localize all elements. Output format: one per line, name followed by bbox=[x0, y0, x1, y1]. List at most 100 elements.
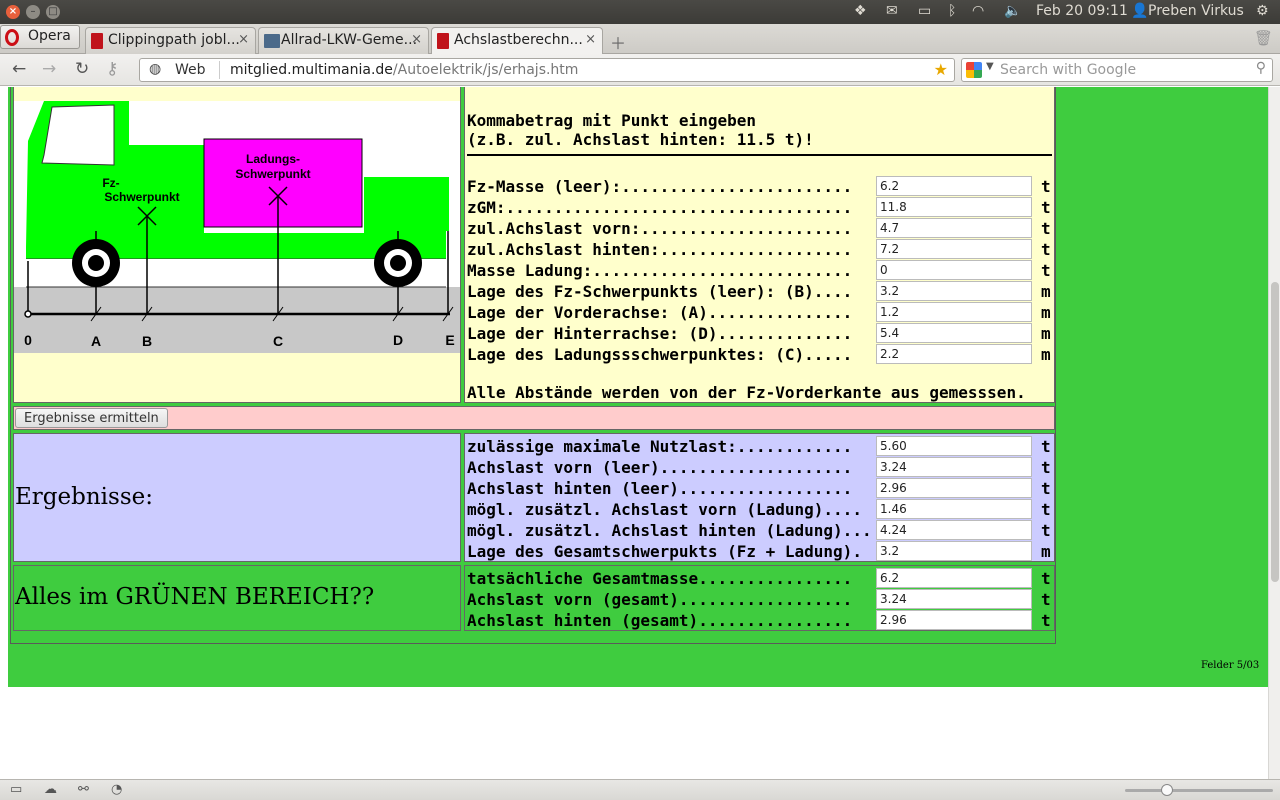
field-label: zul.Achslast hinten:.................... bbox=[467, 240, 853, 259]
tab-close-icon[interactable]: × bbox=[411, 32, 422, 47]
axis-label-0: 0 bbox=[24, 332, 32, 348]
url-domain: mitglied.multimania.de bbox=[230, 62, 393, 78]
result-unit: m bbox=[1041, 542, 1051, 561]
reload-icon[interactable]: ↻ bbox=[75, 59, 89, 79]
window-maximize-button[interactable]: □ bbox=[46, 5, 60, 19]
field-row-fz-schwerpunkt: Lage des Fz-Schwerpunkts (leer): (B)....… bbox=[467, 281, 1054, 302]
url-separator bbox=[219, 61, 220, 79]
zusatz-achslast-hinten-output[interactable] bbox=[876, 520, 1032, 540]
zgm-input[interactable] bbox=[876, 197, 1032, 217]
key-icon[interactable]: ⚷ bbox=[106, 59, 118, 79]
gesamtschwerpunkt-output[interactable] bbox=[876, 541, 1032, 561]
field-row-achslast-vorn: zul.Achslast vorn:......................… bbox=[467, 218, 1054, 239]
zul-achslast-vorn-input[interactable] bbox=[876, 218, 1032, 238]
fz-masse-input[interactable] bbox=[876, 176, 1032, 196]
diagram-top-band bbox=[14, 87, 460, 101]
user-icon: 👤 bbox=[1131, 3, 1149, 19]
achslast-vorn-gesamt-output[interactable] bbox=[876, 589, 1032, 609]
calculate-results-button[interactable]: Ergebnisse ermitteln bbox=[15, 408, 168, 428]
window-minimize-button[interactable]: – bbox=[26, 5, 40, 19]
tab-clippingpath[interactable]: Clippingpath jobl... × bbox=[85, 27, 256, 54]
field-label: Lage der Hinterrachse: (D).............. bbox=[467, 324, 853, 343]
user-name[interactable]: Preben Virkus bbox=[1148, 3, 1244, 19]
status-bar: ▭ ☁ ⚯ ◔ bbox=[0, 779, 1280, 800]
forward-icon[interactable]: → bbox=[42, 59, 56, 79]
bluetooth-icon[interactable]: ᛒ bbox=[948, 3, 956, 19]
tab-label: Clippingpath jobl... bbox=[108, 32, 240, 48]
check-label: Achslast hinten (gesamt)................ bbox=[467, 611, 853, 630]
share-icon[interactable]: ⚯ bbox=[78, 782, 89, 797]
zoom-slider[interactable] bbox=[1125, 789, 1273, 792]
mail-icon[interactable]: ✉ bbox=[886, 3, 898, 19]
vertical-scrollbar[interactable] bbox=[1268, 87, 1280, 779]
fz-label-2: Schwerpunkt bbox=[104, 190, 179, 204]
new-tab-icon[interactable]: ＋ bbox=[610, 30, 626, 54]
search-placeholder: Search with Google bbox=[1000, 62, 1137, 78]
field-label: Fz-Masse (leer):........................ bbox=[467, 177, 853, 196]
field-unit: t bbox=[1041, 261, 1051, 280]
clock[interactable]: Feb 20 09:11 bbox=[1036, 3, 1128, 19]
window-close-button[interactable]: × bbox=[6, 5, 20, 19]
results-label-cell: Ergebnisse: bbox=[13, 433, 461, 562]
tab-favicon-icon bbox=[91, 33, 103, 49]
speed-dial-icon[interactable]: ◔ bbox=[111, 782, 122, 797]
result-row-zusatz-hinten: mögl. zusätzl. Achslast hinten (Ladung).… bbox=[467, 520, 1054, 541]
scrollbar-thumb[interactable] bbox=[1271, 282, 1279, 582]
button-row: Ergebnisse ermitteln bbox=[13, 406, 1055, 430]
gesamtmasse-output[interactable] bbox=[876, 568, 1032, 588]
tab-favicon-icon bbox=[264, 34, 280, 48]
hinterachse-input[interactable] bbox=[876, 323, 1032, 343]
load-label-2: Schwerpunkt bbox=[235, 167, 310, 181]
field-row-hinterachse: Lage der Hinterrachse: (D)..............… bbox=[467, 323, 1054, 344]
truck-diagram-cell: Ladungs- Schwerpunkt Fz- Schwerpunkt 0 A… bbox=[13, 87, 461, 403]
navigation-bar: ← → ↻ ⚷ ◍ Web mitglied.multimania.de/Aut… bbox=[0, 54, 1280, 86]
check-label-cell: Alles im GRÜNEN BEREICH?? bbox=[13, 565, 461, 631]
battery-icon[interactable]: ▭ bbox=[918, 3, 931, 19]
ladungsschwerpunkt-input[interactable] bbox=[876, 344, 1032, 364]
vorderachse-input[interactable] bbox=[876, 302, 1032, 322]
masse-ladung-input[interactable] bbox=[876, 260, 1032, 280]
check-title: Alles im GRÜNEN BEREICH?? bbox=[15, 584, 375, 610]
google-icon bbox=[966, 62, 982, 78]
fz-schwerpunkt-input[interactable] bbox=[876, 281, 1032, 301]
achslast-hinten-leer-output[interactable] bbox=[876, 478, 1032, 498]
chevron-down-icon[interactable]: ▼ bbox=[986, 61, 994, 72]
measurement-note: Alle Abstände werden von der Fz-Vorderka… bbox=[467, 383, 1026, 402]
bookmark-star-icon[interactable]: ★ bbox=[934, 60, 948, 79]
achslast-hinten-gesamt-output[interactable] bbox=[876, 610, 1032, 630]
tab-close-icon[interactable]: × bbox=[585, 32, 596, 47]
panel-toggle-icon[interactable]: ▭ bbox=[10, 782, 22, 797]
result-row-achslast-vorn-leer: Achslast vorn (leer)....................… bbox=[467, 457, 1054, 478]
field-label: Lage der Vorderachse: (A)............... bbox=[467, 303, 853, 322]
gear-icon[interactable]: ⚙ bbox=[1256, 3, 1269, 19]
web-badge[interactable]: Web bbox=[175, 62, 206, 78]
address-field[interactable]: ◍ Web mitglied.multimania.de/Autoelektri… bbox=[139, 58, 955, 82]
opera-menu-button[interactable]: Opera bbox=[0, 25, 80, 49]
zusatz-achslast-vorn-output[interactable] bbox=[876, 499, 1032, 519]
search-field[interactable]: ▼ Search with Google ⚲ bbox=[961, 58, 1273, 82]
dropbox-icon[interactable]: ❖ bbox=[854, 3, 867, 19]
tab-close-icon[interactable]: × bbox=[238, 32, 249, 47]
wifi-icon[interactable]: ◠ bbox=[972, 3, 984, 19]
zul-achslast-hinten-input[interactable] bbox=[876, 239, 1032, 259]
results-cell: zulässige maximale Nutzlast:............… bbox=[464, 433, 1055, 562]
back-icon[interactable]: ← bbox=[12, 59, 26, 79]
zoom-slider-handle[interactable] bbox=[1161, 784, 1173, 796]
search-icon[interactable]: ⚲ bbox=[1256, 60, 1266, 76]
volume-icon[interactable]: 🔈 bbox=[1004, 3, 1021, 19]
tab-label: Allrad-LKW-Geme... bbox=[281, 32, 418, 48]
page-viewport: Ladungs- Schwerpunkt Fz- Schwerpunkt 0 A… bbox=[0, 87, 1268, 779]
tab-allrad[interactable]: Allrad-LKW-Geme... × bbox=[258, 27, 429, 54]
tab-achslast[interactable]: Achslastberechn... × bbox=[431, 27, 603, 55]
front-wheel bbox=[72, 239, 120, 287]
check-unit: t bbox=[1041, 590, 1051, 609]
nutzlast-output[interactable] bbox=[876, 436, 1032, 456]
achslast-vorn-leer-output[interactable] bbox=[876, 457, 1032, 477]
result-unit: t bbox=[1041, 521, 1051, 540]
url-text[interactable]: mitglied.multimania.de/Autoelektrik/js/e… bbox=[230, 62, 578, 78]
input-form-cell: Kommabetrag mit Punkt eingeben (z.B. zul… bbox=[464, 87, 1055, 403]
trash-icon[interactable]: 🗑 bbox=[1254, 29, 1273, 47]
field-unit: m bbox=[1041, 282, 1051, 301]
cloud-icon[interactable]: ☁ bbox=[44, 782, 57, 797]
hint-line-1: Kommabetrag mit Punkt eingeben bbox=[467, 111, 756, 130]
